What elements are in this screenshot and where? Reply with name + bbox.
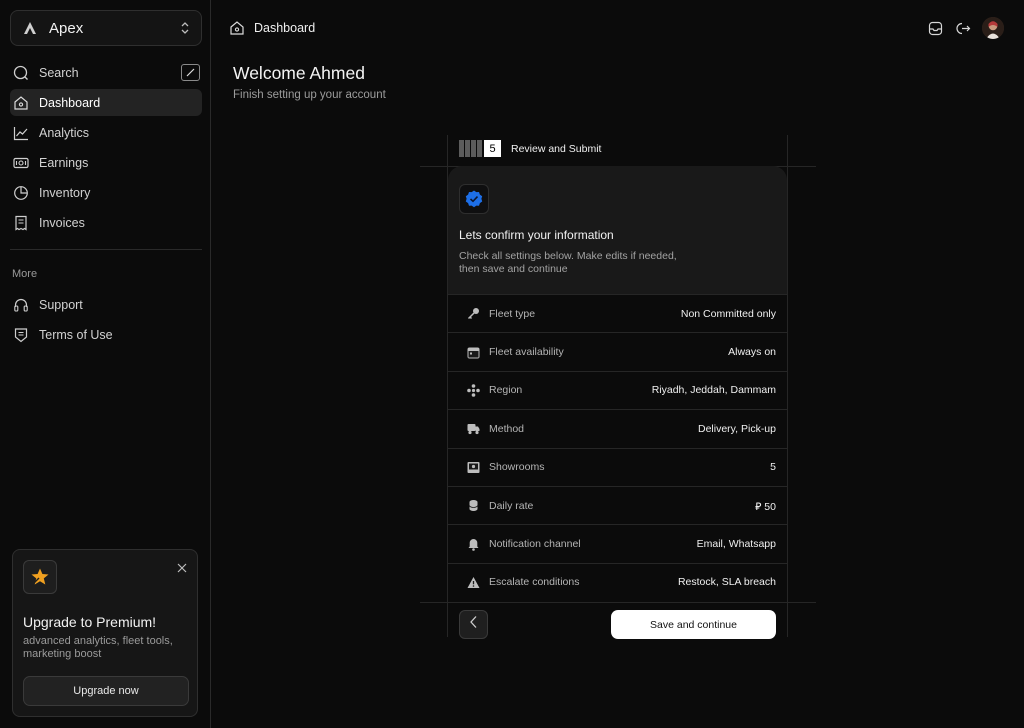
truck-icon xyxy=(466,422,480,436)
step-bar-done xyxy=(465,140,470,157)
breadcrumb[interactable]: Dashboard xyxy=(229,20,315,36)
sidebar-item-label: Inventory xyxy=(39,185,91,200)
row-label: Daily rate xyxy=(489,499,534,512)
welcome-title: Welcome Ahmed xyxy=(233,63,365,83)
calendar-icon xyxy=(466,345,480,359)
key-icon xyxy=(466,307,480,321)
sidebar-nav: Search Dashboard Analytics Earnings Inve… xyxy=(10,59,202,239)
org-switcher[interactable]: Apex xyxy=(10,10,202,46)
upgrade-button[interactable]: Upgrade now xyxy=(23,676,189,706)
sidebar-item-label: Invoices xyxy=(39,215,85,230)
sidebar: Apex Search Dashboard Analytics Earnings… xyxy=(0,0,211,728)
breadcrumb-label: Dashboard xyxy=(254,21,316,35)
back-button[interactable] xyxy=(459,610,488,639)
sidebar-item-label: Search xyxy=(39,65,79,80)
review-card: Lets confirm your information Check all … xyxy=(448,166,787,294)
row-value: Delivery, Pick-up xyxy=(698,422,776,435)
sidebar-item-label: Terms of Use xyxy=(39,327,113,342)
row-value: 5 xyxy=(770,461,776,474)
pie-chart-icon xyxy=(12,184,30,202)
row-value: Email, Whatsapp xyxy=(696,538,776,551)
row-label: Escalate conditions xyxy=(489,576,580,589)
home-icon xyxy=(229,20,245,36)
row-value: Non Committed only xyxy=(680,307,776,320)
review-row-showrooms[interactable]: Showrooms 5 xyxy=(448,447,787,486)
row-label: Notification channel xyxy=(489,538,581,551)
org-name: Apex xyxy=(49,19,84,37)
review-row-fleet-type[interactable]: Fleet type Non Committed only xyxy=(448,294,787,332)
promo-title: Upgrade to Premium! xyxy=(23,614,157,630)
step-number: 5 xyxy=(484,140,501,157)
row-label: Method xyxy=(489,422,525,435)
card-description: Check all settings below. Make edits if … xyxy=(459,250,677,275)
step-bar-done xyxy=(477,140,482,157)
review-row-method[interactable]: Method Delivery, Pick-up xyxy=(448,409,787,447)
sidebar-item-analytics[interactable]: Analytics xyxy=(10,119,202,146)
row-value: Always on xyxy=(728,346,776,359)
slash-shortcut-icon xyxy=(181,64,200,81)
step-bar-done xyxy=(459,140,464,157)
sidebar-divider xyxy=(10,249,202,250)
row-label: Region xyxy=(489,384,523,397)
sidebar-item-dashboard[interactable]: Dashboard xyxy=(10,89,202,116)
region-icon xyxy=(466,383,480,397)
row-value: Riyadh, Jeddah, Dammam xyxy=(651,384,776,397)
row-label: Fleet type xyxy=(489,307,536,320)
sidebar-item-terms[interactable]: Terms of Use xyxy=(10,321,202,348)
card-title: Lets confirm your information xyxy=(459,228,614,242)
sidebar-item-support[interactable]: Support xyxy=(10,291,202,318)
sidebar-item-label: Earnings xyxy=(39,155,89,170)
chart-line-icon xyxy=(12,124,30,142)
banknote-icon xyxy=(12,154,30,172)
review-row-daily-rate[interactable]: Daily rate ⃁ 50 xyxy=(448,485,787,524)
step-title: Review and Submit xyxy=(511,142,602,155)
top-actions xyxy=(915,17,1004,39)
inbox-icon[interactable] xyxy=(927,20,943,36)
logout-icon[interactable] xyxy=(955,20,971,36)
sidebar-item-label: Dashboard xyxy=(39,95,101,110)
coins-icon xyxy=(466,499,480,513)
sidebar-item-earnings[interactable]: Earnings xyxy=(10,149,202,176)
headset-icon xyxy=(12,296,30,314)
top-bar: Dashboard xyxy=(212,0,1024,56)
star-icon xyxy=(23,560,57,594)
warning-icon xyxy=(466,575,480,589)
guide-line-right xyxy=(787,135,788,637)
promo-subtitle: advanced analytics, fleet tools, marketi… xyxy=(23,635,173,660)
save-continue-button[interactable]: Save and continue xyxy=(611,610,776,639)
sidebar-more-nav: Support Terms of Use xyxy=(10,291,202,351)
sidebar-item-search[interactable]: Search xyxy=(10,59,202,86)
shield-doc-icon xyxy=(12,326,30,344)
review-row-fleet-availability[interactable]: Fleet availability Always on xyxy=(448,332,787,370)
row-value: ⃁ 50 xyxy=(755,500,776,513)
upgrade-promo-card: Upgrade to Premium! advanced analytics, … xyxy=(12,549,198,717)
receipt-icon xyxy=(12,214,30,232)
triangle-logo-icon xyxy=(21,19,39,37)
bell-icon xyxy=(466,537,480,551)
welcome-subtitle: Finish setting up your account xyxy=(233,89,386,101)
row-label: Fleet availability xyxy=(489,346,564,359)
close-icon[interactable] xyxy=(177,560,187,573)
verified-badge-icon xyxy=(459,184,489,214)
guide-line-bottom xyxy=(420,602,816,603)
home-icon xyxy=(12,94,30,112)
row-value: Restock, SLA breach xyxy=(677,576,776,589)
sidebar-item-invoices[interactable]: Invoices xyxy=(10,209,202,236)
sidebar-item-label: Support xyxy=(39,297,83,312)
review-list: Fleet type Non Committed only Fleet avai… xyxy=(448,294,787,601)
sidebar-item-label: Analytics xyxy=(39,125,90,140)
review-row-notification-channel[interactable]: Notification channel Email, Whatsapp xyxy=(448,524,787,562)
showroom-icon xyxy=(466,460,480,474)
search-icon xyxy=(12,64,30,82)
step-bar-done xyxy=(471,140,476,157)
row-label: Showrooms xyxy=(489,461,545,474)
review-row-escalate-conditions[interactable]: Escalate conditions Restock, SLA breach xyxy=(448,562,787,601)
step-indicator: 5 Review and Submit xyxy=(459,140,601,157)
chevron-updown-icon xyxy=(179,20,191,36)
sidebar-item-inventory[interactable]: Inventory xyxy=(10,179,202,206)
review-row-region[interactable]: Region Riyadh, Jeddah, Dammam xyxy=(448,370,787,409)
section-label-more: More xyxy=(12,268,38,280)
avatar[interactable] xyxy=(982,17,1004,39)
chevron-left-icon xyxy=(469,615,479,634)
